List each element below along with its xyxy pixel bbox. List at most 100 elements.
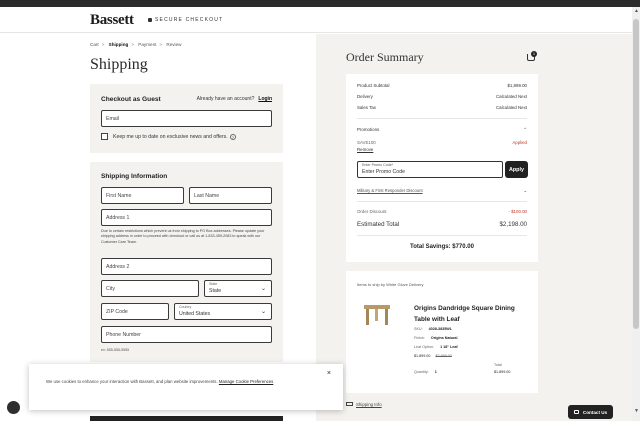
guest-checkout-panel: Checkout as Guest Already have an accoun… (90, 84, 283, 153)
phone-field[interactable]: Phone Number (101, 326, 272, 343)
breadcrumb-shipping: Shipping (108, 42, 129, 47)
first-name-field[interactable]: First Name (101, 187, 184, 204)
breadcrumb-cart[interactable]: Cart (90, 42, 99, 47)
divider (357, 201, 527, 202)
cookie-preferences-link[interactable]: Manage Cookie Preferences (219, 379, 273, 384)
scroll-up-icon[interactable]: ▲ (634, 8, 639, 14)
promo-code-input[interactable]: Enter Promo Code* Enter Promo Code (357, 161, 503, 178)
bassett-logo[interactable]: Bassett (90, 12, 134, 29)
zip-field[interactable]: ZIP Code (101, 303, 169, 320)
item-total: $1,899.00 (494, 370, 511, 374)
shipping-info-link[interactable]: Shipping Info (346, 402, 382, 407)
promo-remove-link[interactable]: Remove (357, 147, 387, 152)
quantity-value: 1 (434, 370, 437, 374)
chevron-down-icon: ⌄ (260, 286, 266, 292)
address1-field[interactable]: Address 1 (101, 209, 272, 226)
total-label: Total (494, 363, 502, 367)
sku-value: 4028-3835WL (428, 327, 452, 331)
chevron-up-icon: ⌃ (523, 127, 527, 132)
browser-top-bar (0, 0, 640, 7)
close-icon[interactable]: × (327, 370, 331, 377)
finish-label: Finish: (414, 336, 425, 340)
total-savings: Total Savings: $770.00 (410, 244, 474, 250)
apply-promo-button[interactable]: Apply (505, 161, 528, 178)
breadcrumb-payment: Payment (138, 42, 157, 47)
promotions-row[interactable]: Promotions ⌃ (357, 127, 527, 132)
military-discount-link[interactable]: Military & First Responder Discount (357, 188, 423, 193)
cart-item-card: Items to ship by White Glove Delivery Or… (346, 271, 538, 393)
site-header: Bassett SECURE CHECKOUT (0, 7, 640, 33)
chat-icon (573, 410, 579, 414)
quantity-label: Quantity: (414, 370, 429, 374)
leaf-value: 1 18" Leaf (440, 345, 458, 349)
ship-header: Items to ship by White Glove Delivery (357, 282, 424, 287)
sales-tax-row: Sales Tax Calculated Next (357, 105, 527, 110)
shipping-info-title: Shipping Information (101, 173, 168, 180)
subtotal-label: Product Subtotal (357, 83, 390, 88)
item-name[interactable]: Origins Dandridge Square Dining Table wi… (414, 303, 532, 325)
sku-row: SKU: 4028-3835WL (414, 327, 452, 331)
order-summary-card: Product Subtotal $1,899.00 Delivery Calcul… (346, 74, 538, 262)
country-select[interactable]: Country United States ⌄ (174, 303, 272, 320)
price-row: $1,899.00 $2,669.00 (414, 354, 452, 358)
email-field[interactable]: Email (101, 110, 272, 127)
sales-tax-value: Calculated Next (496, 105, 527, 110)
contact-us-button[interactable]: Contact Us (568, 405, 613, 419)
state-label: State (209, 282, 218, 286)
info-icon[interactable]: ? (229, 133, 236, 140)
sku-label: SKU: (414, 327, 423, 331)
account-prompt: Already have an account? Login (197, 96, 272, 102)
shipping-info-label: Shipping Info (356, 402, 382, 407)
subtotal-value: $1,899.00 (507, 83, 527, 88)
newsletter-checkbox[interactable] (101, 133, 108, 140)
item-was-price: $2,669.00 (435, 354, 452, 358)
estimated-total-label: Estimated Total (357, 221, 400, 228)
cookie-message: We use cookies to enhance your interacti… (46, 379, 218, 384)
finish-value: Origins Natural (430, 336, 458, 340)
last-name-field[interactable]: Last Name (189, 187, 272, 204)
breadcrumb-separator: > (131, 42, 134, 47)
page-title: Shipping (90, 56, 148, 73)
scroll-down-icon[interactable]: ▼ (634, 408, 639, 414)
delivery-value: Calculated Next (496, 94, 527, 99)
guest-title: Checkout as Guest (101, 96, 161, 103)
table-product-image[interactable] (362, 301, 392, 327)
chevron-down-icon: ⌄ (523, 188, 527, 193)
breadcrumb: Cart > Shipping > Payment > Review (90, 42, 184, 47)
promo-code: SAVE100 (357, 140, 376, 145)
address2-field[interactable]: Address 2 (101, 258, 272, 275)
secure-checkout-label: SECURE CHECKOUT (155, 17, 224, 23)
contact-us-label: Contact Us (582, 409, 608, 415)
country-label: Country (179, 305, 192, 309)
cookie-banner: We use cookies to enhance your interacti… (29, 364, 343, 410)
order-summary-title: Order Summary (346, 50, 424, 64)
breadcrumb-separator: > (101, 42, 105, 47)
finish-row: Finish: Origins Natural (414, 336, 458, 340)
estimated-total-value: $2,198.00 (499, 221, 527, 228)
login-link[interactable]: Login (258, 96, 272, 102)
promo-status: Applied (512, 140, 527, 145)
delivery-row: Delivery Calculated Next (357, 94, 527, 99)
leaf-row: Leaf Option: 1 18" Leaf (414, 345, 458, 349)
scrollbar[interactable] (632, 7, 640, 421)
state-select[interactable]: State State ⌄ (204, 280, 272, 297)
divider (357, 118, 527, 119)
promo-code-row: SAVE100 Applied (357, 140, 527, 145)
breadcrumb-separator: > (159, 42, 163, 47)
city-field[interactable]: City (101, 280, 199, 297)
promo-input-label: Enter Promo Code* (362, 163, 394, 167)
subtotal-row: Product Subtotal $1,899.00 (357, 83, 527, 88)
country-value: United States (179, 311, 211, 317)
cart-count-badge: 1 (531, 51, 537, 57)
po-box-notice: Due to certain restrictions which preven… (101, 229, 265, 244)
sales-tax-label: Sales Tax (357, 105, 376, 110)
scrollbar-thumb[interactable] (633, 19, 639, 329)
newsletter-row: Keep me up to date on exclusive news and… (101, 133, 236, 140)
lock-icon (148, 18, 152, 22)
secure-checkout: SECURE CHECKOUT (148, 17, 223, 23)
item-price: $1,899.00 (414, 354, 431, 358)
cookie-settings-icon[interactable] (7, 401, 20, 414)
phone-hint: ex: 555-555-5555 (101, 348, 130, 352)
promo-input-value: Enter Promo Code (362, 169, 405, 175)
continue-button[interactable] (90, 416, 283, 421)
